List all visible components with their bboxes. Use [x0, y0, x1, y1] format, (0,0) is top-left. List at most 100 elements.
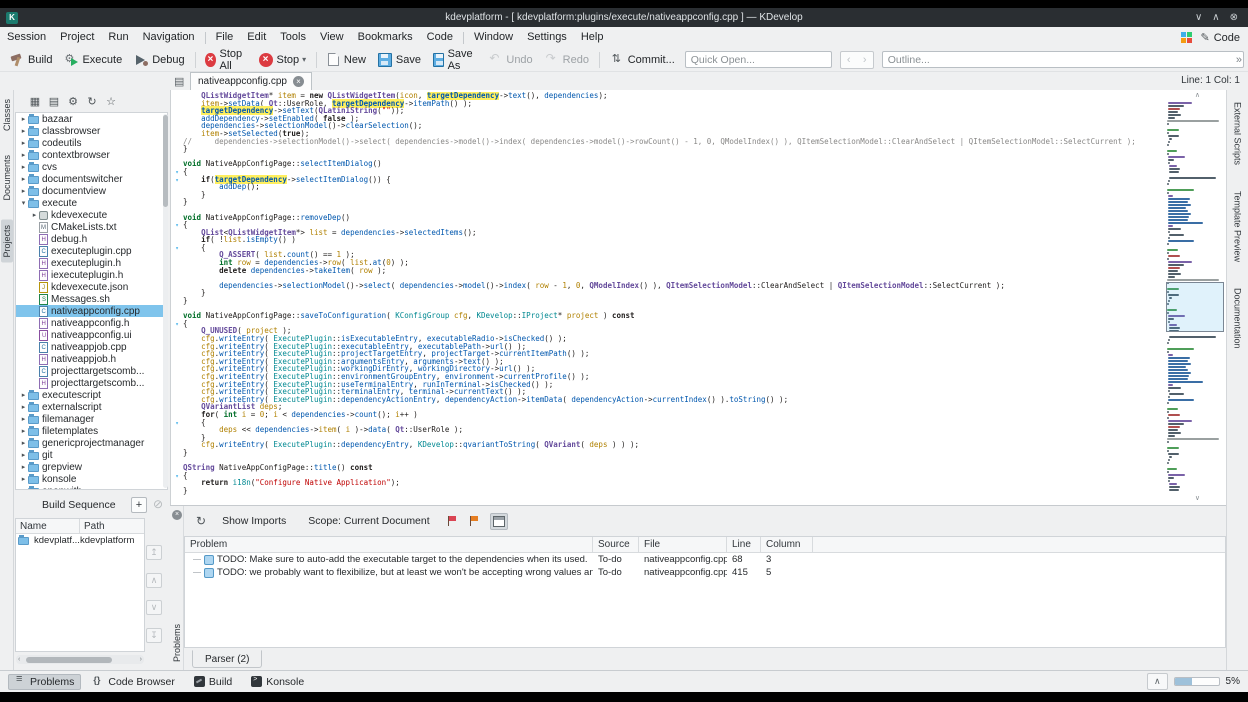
redo-button[interactable]: Redo: [539, 49, 595, 71]
error-flag-icon[interactable]: [446, 515, 458, 527]
problem-row[interactable]: TODO: we probably want to flexibilize, b…: [185, 566, 1225, 579]
statusbar-button-konsole[interactable]: Konsole: [244, 674, 311, 690]
menu-navigation[interactable]: Navigation: [136, 27, 202, 48]
sidebar-tab-documentation[interactable]: Documentation: [1231, 284, 1245, 353]
expand-icon[interactable]: ▸: [19, 427, 28, 435]
tree-item-messages-sh[interactable]: Messages.sh: [16, 293, 167, 305]
expand-icon[interactable]: ▸: [19, 463, 28, 471]
collapse-icon[interactable]: ▾: [19, 199, 28, 207]
remove-build-item-button[interactable]: ⊘: [150, 497, 166, 513]
expand-icon[interactable]: ▸: [19, 451, 28, 459]
menu-session[interactable]: Session: [0, 27, 53, 48]
minimap-viewport[interactable]: [1166, 282, 1224, 332]
sidebar-tab-classes[interactable]: Classes: [1, 94, 13, 136]
tree-item-executeplugin-h[interactable]: executeplugin.h: [16, 257, 167, 269]
chevron-up-icon[interactable]: ∧: [1146, 673, 1168, 690]
tree-item-codeutils[interactable]: ▸ codeutils: [16, 137, 167, 149]
expand-icon[interactable]: ▸: [19, 175, 28, 183]
forward-button[interactable]: ›: [857, 54, 873, 66]
tree-item-contextbrowser[interactable]: ▸ contextbrowser: [16, 149, 167, 161]
menu-help[interactable]: Help: [574, 27, 611, 48]
expand-icon[interactable]: ▸: [19, 439, 28, 447]
expand-icon[interactable]: ▸: [19, 391, 28, 399]
tree-item-nativeappconfig-ui[interactable]: nativeappconfig.ui: [16, 329, 167, 341]
stop-button[interactable]: Stop▾: [253, 49, 313, 71]
column-header-path[interactable]: Path: [80, 519, 144, 533]
tree-item-git[interactable]: ▸ git: [16, 449, 167, 461]
close-icon[interactable]: ⊗: [1230, 12, 1238, 23]
close-toolview-icon[interactable]: ×: [172, 510, 182, 520]
tree-scrollbar-thumb[interactable]: [163, 115, 168, 207]
tree-item-kdevexecute-json[interactable]: kdevexecute.json: [16, 281, 167, 293]
move-top-button[interactable]: ↥: [146, 545, 162, 560]
move-down-button[interactable]: ∨: [146, 600, 162, 615]
column-header-source[interactable]: Source: [593, 537, 639, 552]
menu-edit[interactable]: Edit: [240, 27, 273, 48]
back-button[interactable]: ‹: [841, 54, 857, 66]
menu-project[interactable]: Project: [53, 27, 101, 48]
editor-tab[interactable]: nativeappconfig.cpp ×: [190, 72, 312, 90]
tree-item-debug-h[interactable]: debug.h: [16, 233, 167, 245]
tree-item-documentview[interactable]: ▸ documentview: [16, 185, 167, 197]
add-build-item-button[interactable]: +: [131, 497, 147, 513]
tree-item-cvs[interactable]: ▸ cvs: [16, 161, 167, 173]
scope-button[interactable]: Scope: Current Document: [302, 512, 435, 530]
sidebar-tab-external-scripts[interactable]: External Scripts: [1231, 98, 1245, 169]
expand-icon[interactable]: ▸: [19, 139, 28, 147]
tab-close-icon[interactable]: ×: [292, 76, 304, 87]
expand-icon[interactable]: ▸: [30, 211, 39, 219]
expand-icon[interactable]: ▸: [19, 151, 28, 159]
refresh-icon[interactable]: ↻: [85, 95, 99, 108]
menu-tools[interactable]: Tools: [273, 27, 313, 48]
parser-tab[interactable]: Parser (2): [192, 650, 263, 668]
tree-item-documentswitcher[interactable]: ▸ documentswitcher: [16, 173, 167, 185]
tree-item-iexecuteplugin-h[interactable]: iexecuteplugin.h: [16, 269, 167, 281]
tree-item-executeplugin-cpp[interactable]: executeplugin.cpp: [16, 245, 167, 257]
maximize-icon[interactable]: ∧: [1212, 12, 1219, 23]
column-header-file[interactable]: File: [639, 537, 727, 552]
expand-icon[interactable]: ▸: [19, 415, 28, 423]
tree-item-bazaar[interactable]: ▸ bazaar: [16, 113, 167, 125]
code-area-button[interactable]: ✎ Code: [1200, 31, 1240, 45]
column-header-column[interactable]: Column: [761, 537, 813, 552]
scroll-up-icon[interactable]: ∧: [1195, 91, 1200, 99]
document-list-icon[interactable]: ▤: [174, 75, 184, 88]
tree-item-nativeappconfig-h[interactable]: nativeappconfig.h: [16, 317, 167, 329]
expand-icon[interactable]: ▸: [19, 115, 28, 123]
expand-icon[interactable]: ▸: [19, 187, 28, 195]
horizontal-scrollbar-thumb[interactable]: [26, 656, 112, 663]
sidebar-tab-documents[interactable]: Documents: [1, 150, 13, 206]
show-imports-button[interactable]: Show Imports: [216, 512, 292, 530]
menu-bookmarks[interactable]: Bookmarks: [351, 27, 420, 48]
expand-icon[interactable]: ▸: [19, 127, 28, 135]
tree-item-genericprojectmanager[interactable]: ▸ genericprojectmanager: [16, 437, 167, 449]
list-icon[interactable]: ▤: [47, 95, 61, 108]
quick-open-input[interactable]: [684, 51, 832, 68]
save-button[interactable]: Save: [372, 49, 427, 71]
column-header-name[interactable]: Name: [16, 519, 80, 533]
tree-item-filemanager[interactable]: ▸ filemanager: [16, 413, 167, 425]
statusbar-button-build[interactable]: Build: [187, 674, 239, 690]
sidebar-tab-template-preview[interactable]: Template Preview: [1231, 187, 1245, 266]
tree-item-filetemplates[interactable]: ▸ filetemplates: [16, 425, 167, 437]
tree-item-grepview[interactable]: ▸ grepview: [16, 461, 167, 473]
new-button[interactable]: New: [321, 49, 372, 71]
build-button[interactable]: Build: [4, 49, 58, 71]
expand-icon[interactable]: ▸: [19, 475, 28, 483]
warning-flag-icon[interactable]: [468, 515, 480, 527]
column-header-problem[interactable]: Problem: [185, 537, 593, 552]
problem-row[interactable]: TODO: Make sure to auto-add the executab…: [185, 553, 1225, 566]
execute-button[interactable]: Execute: [58, 49, 128, 71]
star-icon[interactable]: ☆: [104, 95, 118, 108]
menu-view[interactable]: View: [313, 27, 351, 48]
statusbar-button-problems[interactable]: Problems: [8, 673, 82, 690]
grouping-toggle-button[interactable]: [489, 512, 508, 530]
grid-icon[interactable]: ▦: [28, 95, 42, 108]
sidebar-tab-projects[interactable]: Projects: [0, 219, 13, 263]
undo-button[interactable]: Undo: [482, 49, 538, 71]
menu-settings[interactable]: Settings: [520, 27, 574, 48]
build-sequence-row[interactable]: kdevplatf... kdevplatform: [16, 534, 144, 547]
menu-window[interactable]: Window: [467, 27, 520, 48]
gear-icon[interactable]: ⚙: [66, 95, 80, 108]
commit-button[interactable]: Commit...: [604, 49, 681, 71]
